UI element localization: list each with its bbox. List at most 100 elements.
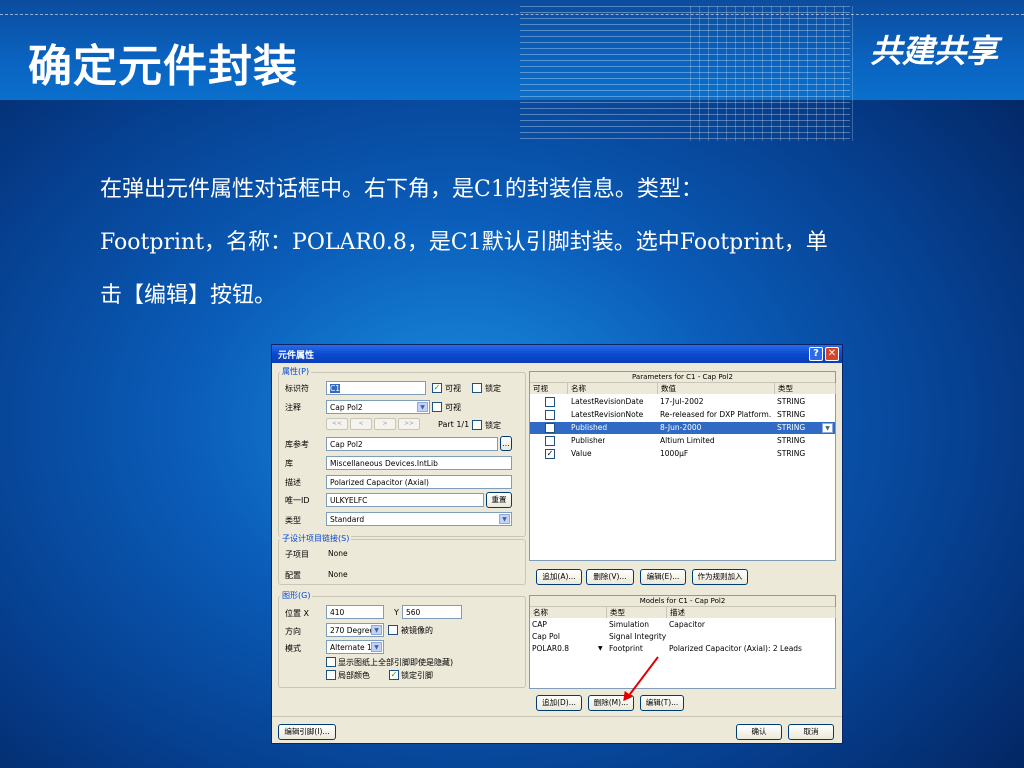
part-prev-button[interactable]: < [350,418,372,430]
configuration-value: None [328,570,348,579]
param-col-visible[interactable]: 可视 [530,383,568,394]
comment-dropdown[interactable]: Cap Pol2 ▼ [326,400,430,414]
model-add-button[interactable]: 追加(D)... [536,695,582,711]
local-colors-checkbox[interactable] [326,670,336,680]
table-row[interactable]: POLAR0.8 ▼ Footprint Polarized Capacitor… [530,643,835,655]
param-value: 17-Jul-2002 [660,397,704,406]
help-icon[interactable]: ? [809,347,823,361]
part-lock-checkbox[interactable] [472,420,482,430]
unique-id-field[interactable]: ULKYELFC [326,493,484,507]
param-add-as-rule-button[interactable]: 作为规则加入 [692,569,748,585]
subproject-label: 子项目 [285,550,309,559]
part-indicator: Part 1/1 [438,420,470,429]
reset-uid-button[interactable]: 重置 [486,492,512,508]
configuration-label: 配置 [285,571,301,580]
description-field[interactable]: Polarized Capacitor (Axial) [326,475,512,489]
param-col-value[interactable]: 数值 [658,383,775,394]
chevron-down-icon[interactable]: ▼ [822,423,833,433]
param-name: Published [571,423,608,432]
local-colors-label: 局部颜色 [338,671,370,680]
type-dropdown[interactable]: Standard ▼ [326,512,512,526]
instruction-paragraph: 在弹出元件属性对话框中。右下角，是C1的封装信息。类型： Footprint，名… [100,163,1000,322]
lock-pins-checkbox[interactable]: ✓ [389,670,399,680]
chevron-down-icon[interactable]: ▼ [371,642,382,652]
close-icon[interactable]: ✕ [825,347,839,361]
mode-dropdown[interactable]: Alternate 1 ▼ [326,640,384,654]
library-label: 库 [285,459,293,468]
model-name: POLAR0.8 [532,644,570,653]
library-ref-label: 库参考 [285,440,309,449]
paragraph-line-3: 击【编辑】按钮。 [100,283,277,308]
param-name: Publisher [571,436,606,445]
param-remove-button[interactable]: 删除(V)... [586,569,634,585]
table-row[interactable]: CAP Simulation Capacitor [530,619,835,631]
subdesign-group-label: 子设计项目链接(S) [280,533,352,544]
param-visible-checkbox[interactable] [545,397,555,407]
cancel-button[interactable]: 取消 [788,724,834,740]
comment-visible-label: 可视 [445,403,461,412]
graphical-group-label: 图形(G) [280,590,313,601]
ok-button[interactable]: 确认 [736,724,782,740]
comment-visible-checkbox[interactable] [432,402,442,412]
orientation-label: 方向 [285,627,301,636]
mirrored-checkbox[interactable] [388,625,398,635]
table-row[interactable]: ✓ Value 1000µF STRING [530,448,835,460]
browse-button[interactable]: ... [500,436,512,451]
chevron-down-icon[interactable]: ▼ [371,625,382,635]
param-visible-checkbox[interactable]: ✓ [545,449,555,459]
chevron-down-icon[interactable]: ▼ [499,514,510,524]
component-properties-dialog: 元件属性 ? ✕ 属性(P) 标识符 C1 ✓ 可视 锁定 注释 Cap Pol… [271,344,843,744]
subdesign-group [278,539,526,585]
part-first-button[interactable]: << [326,418,348,430]
designator-label: 标识符 [285,384,309,393]
model-col-type[interactable]: 类型 [607,607,667,618]
library-field[interactable]: Miscellaneous Devices.IntLib [326,456,512,470]
designator-lock-checkbox[interactable] [472,383,482,393]
paragraph-line-2: Footprint，名称：POLAR0.8，是C1默认引脚封装。选中Footpr… [100,230,828,255]
designator-visible-checkbox[interactable]: ✓ [432,383,442,393]
param-add-button[interactable]: 追加(A)... [536,569,582,585]
table-row[interactable]: LatestRevisionDate 17-Jul-2002 STRING [530,396,835,408]
orientation-dropdown[interactable]: 270 Degrees ▼ [326,623,384,637]
param-type: STRING [777,449,806,458]
table-row[interactable]: LatestRevisionNote Re-released for DXP P… [530,409,835,421]
param-visible-checkbox[interactable] [545,423,555,433]
location-y-field[interactable]: 560 [402,605,462,619]
model-edit-button[interactable]: 编辑(T)... [640,695,684,711]
param-type: STRING [777,397,806,406]
subproject-value: None [328,549,348,558]
designator-field[interactable]: C1 [326,381,426,395]
param-name: LatestRevisionNote [571,410,644,419]
model-description: Polarized Capacitor (Axial): 2 Leads [669,644,802,653]
paragraph-line-1: 在弹出元件属性对话框中。右下角，是C1的封装信息。类型： [100,177,703,202]
location-x-field[interactable]: 410 [326,605,384,619]
comment-label: 注释 [285,403,301,412]
table-row[interactable]: Publisher Altium Limited STRING [530,435,835,447]
dialog-titlebar[interactable]: 元件属性 [272,345,842,363]
param-edit-button[interactable]: 编辑(E)... [640,569,686,585]
model-col-name[interactable]: 名称 [530,607,607,618]
part-last-button[interactable]: >> [398,418,420,430]
param-name: Value [571,449,592,458]
part-next-button[interactable]: > [374,418,396,430]
param-visible-checkbox[interactable] [545,410,555,420]
param-col-type[interactable]: 类型 [775,383,836,394]
model-type: Simulation [609,620,649,629]
library-ref-field[interactable]: Cap Pol2 [326,437,498,451]
param-col-name[interactable]: 名称 [568,383,658,394]
param-value: Re-released for DXP Platform. [660,410,772,419]
table-row[interactable]: Cap Pol Signal Integrity [530,631,835,643]
table-row[interactable]: Published 8-Jun-2000 STRING ▼ [530,422,835,434]
edit-pins-button[interactable]: 编辑引脚(I)... [278,724,336,740]
model-type-dropdown-icon[interactable]: ▼ [598,643,603,655]
header-divider [0,14,1024,15]
mode-label: 模式 [285,644,301,653]
chevron-down-icon[interactable]: ▼ [417,402,428,412]
show-hidden-pins-checkbox[interactable] [326,657,336,667]
location-x-label: 位置 X [285,609,310,618]
model-col-description[interactable]: 描述 [667,607,836,618]
model-name: Cap Pol [532,632,560,641]
models-panel: Models for C1 - Cap Pol2 名称 类型 描述 CAP Si… [529,595,836,689]
mirrored-label: 被镜像的 [401,626,433,635]
param-visible-checkbox[interactable] [545,436,555,446]
